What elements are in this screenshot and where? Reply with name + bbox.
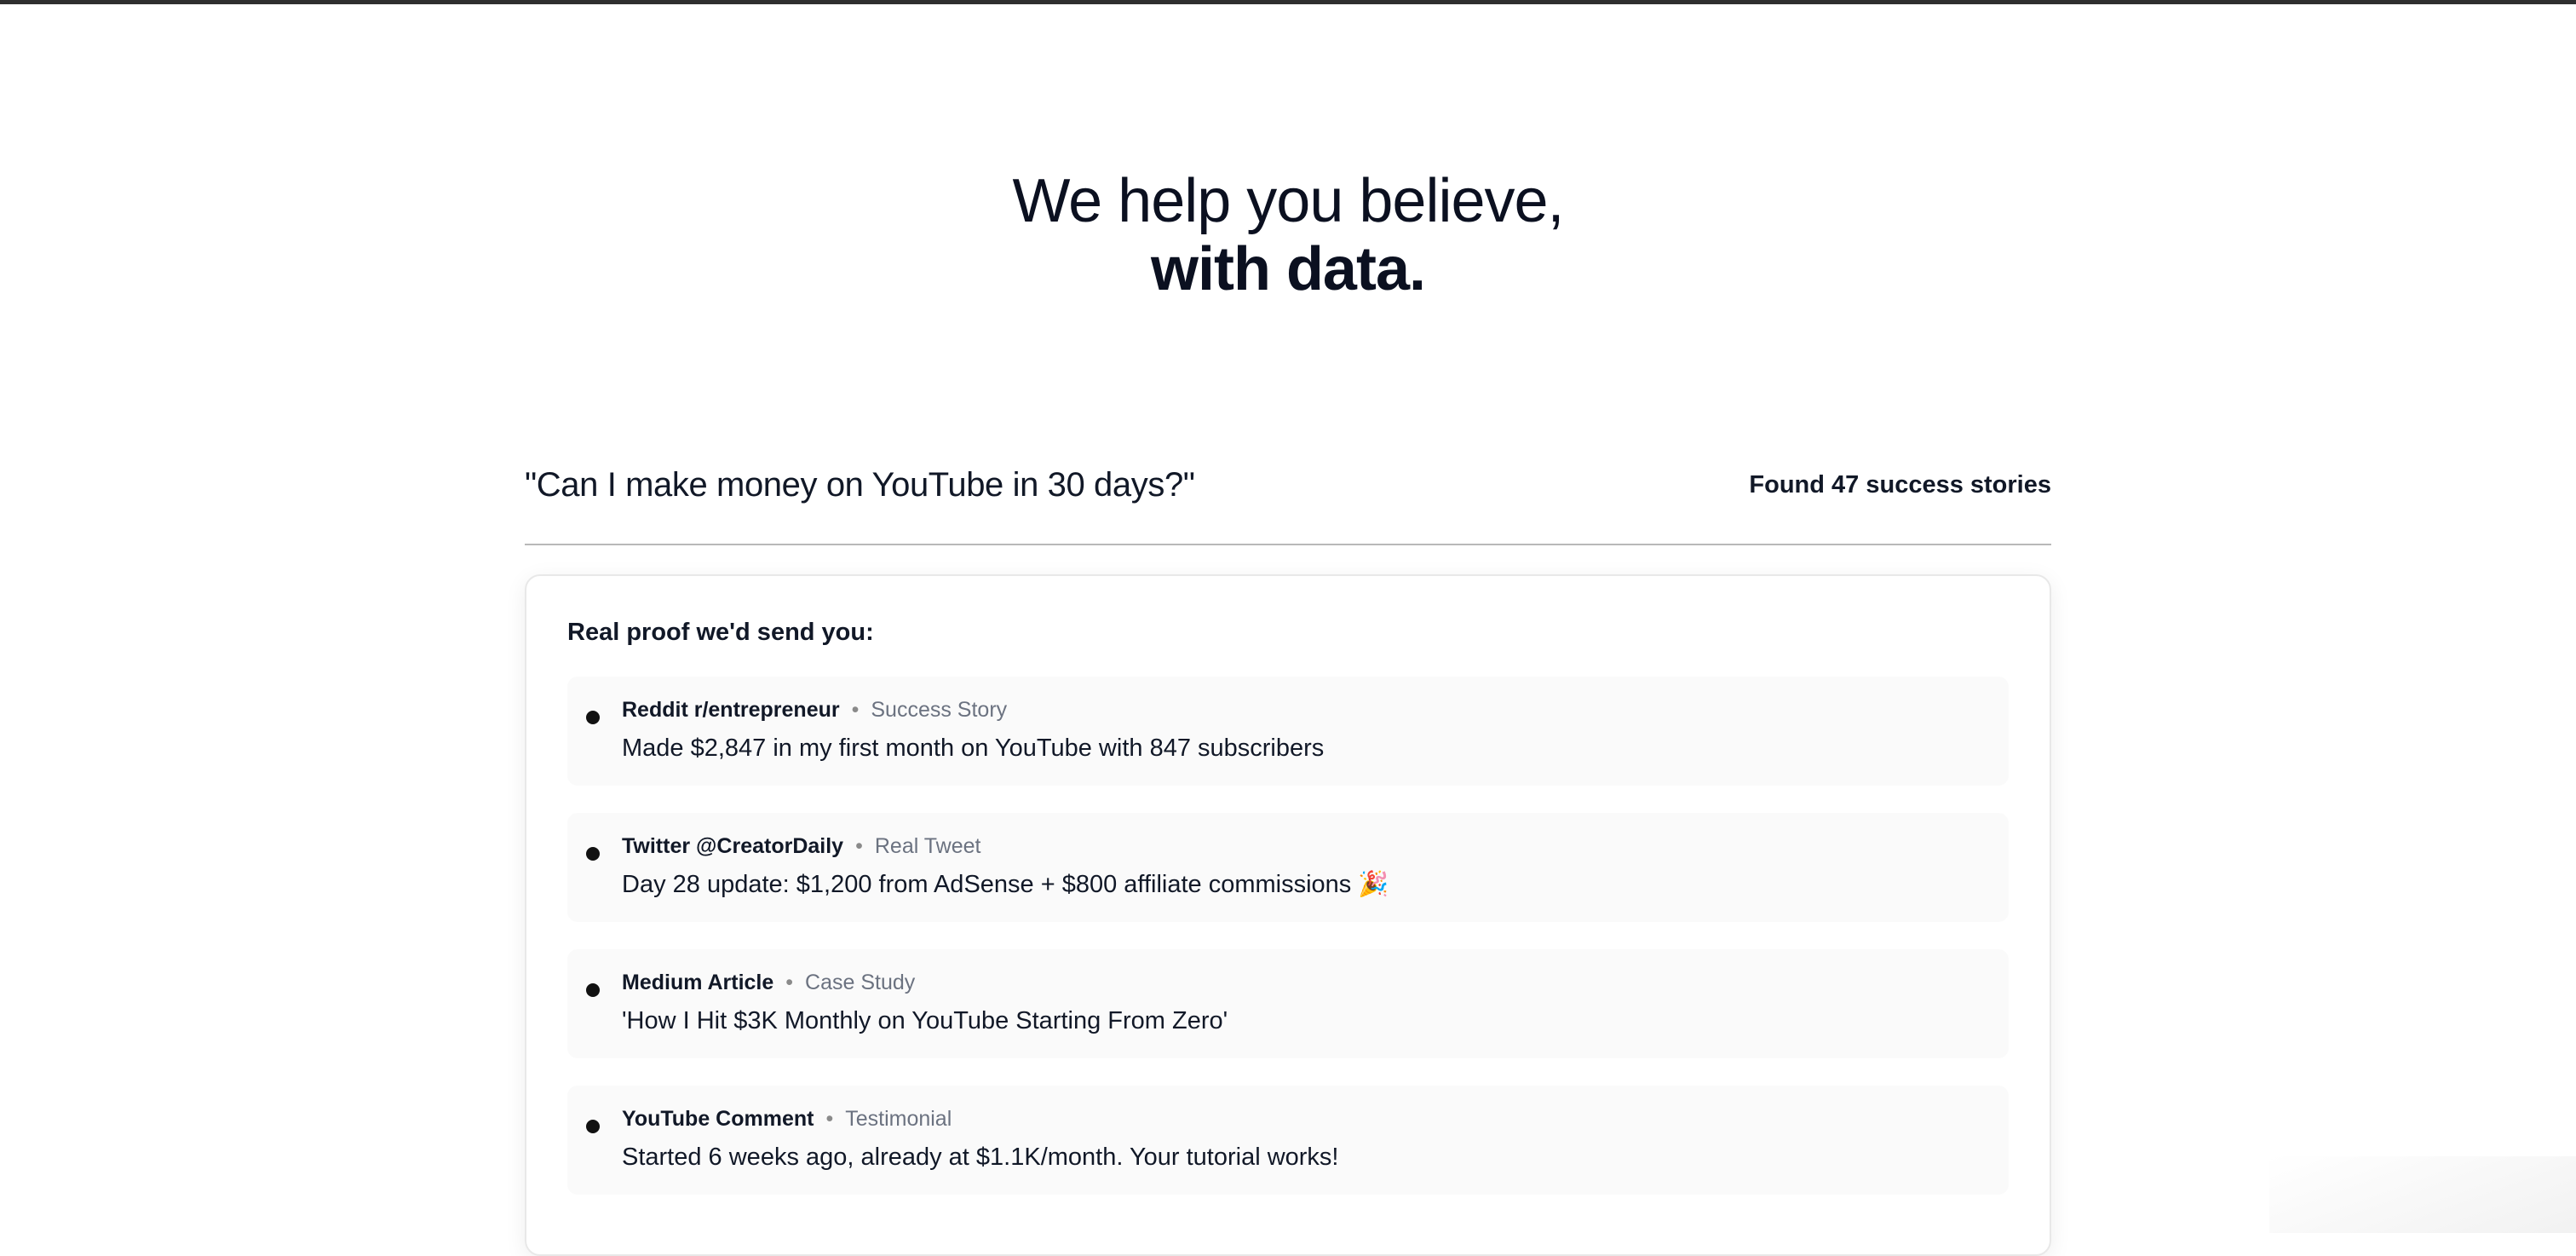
story-text: Made $2,847 in my first month on YouTube… [622,735,1325,762]
query-text: "Can I make money on YouTube in 30 days?… [525,465,1195,504]
story-meta: Twitter @CreatorDaily • Real Tweet [622,833,980,859]
story-text: Day 28 update: $1,200 from AdSense + $80… [622,871,1389,898]
top-border [0,0,2576,4]
dot-separator: • [855,834,863,858]
story-text: 'How I Hit $3K Monthly on YouTube Starti… [622,1007,1228,1034]
story-meta: Reddit r/entrepreneur • Success Story [622,697,1007,723]
query-row: "Can I make money on YouTube in 30 days?… [525,455,2051,515]
hero-heading: We help you believe, with data. [0,167,2576,303]
story-item: Twitter @CreatorDaily • Real Tweet Day 28 … [567,813,2009,922]
bullet-icon [586,847,600,861]
hero-line-1: We help you believe, [1012,167,1564,235]
dot-separator: • [825,1107,834,1131]
divider [525,544,2051,545]
dot-separator: • [851,698,860,722]
hero-line-2: with data. [1150,235,1426,303]
proof-card: Real proof we'd send you: Reddit r/entre… [525,574,2051,1256]
story-source: Reddit r/entrepreneur [622,698,840,722]
story-source: Medium Article [622,971,774,994]
story-meta: YouTube Comment • Testimonial [622,1106,952,1132]
story-type: Case Study [805,971,916,994]
corner-shadow [2269,1156,2576,1233]
story-type: Testimonial [845,1107,952,1131]
story-source: YouTube Comment [622,1107,814,1131]
proof-card-title: Real proof we'd send you: [567,619,874,646]
story-type: Real Tweet [874,834,981,858]
bullet-icon [586,1120,600,1133]
bullet-icon [586,983,600,997]
dot-separator: • [785,971,794,994]
story-text: Started 6 weeks ago, already at $1.1K/mo… [622,1144,1339,1171]
story-meta: Medium Article • Case Study [622,970,915,995]
bullet-icon [586,711,600,724]
story-source: Twitter @CreatorDaily [622,834,844,858]
story-item: Reddit r/entrepreneur • Success Story Made… [567,677,2009,786]
story-type: Success Story [871,698,1008,722]
story-item: YouTube Comment • Testimonial Started 6 we… [567,1086,2009,1195]
story-item: Medium Article • Case Study 'How I Hit $3K… [567,949,2009,1058]
found-count: Found 47 success stories [1749,470,2051,498]
